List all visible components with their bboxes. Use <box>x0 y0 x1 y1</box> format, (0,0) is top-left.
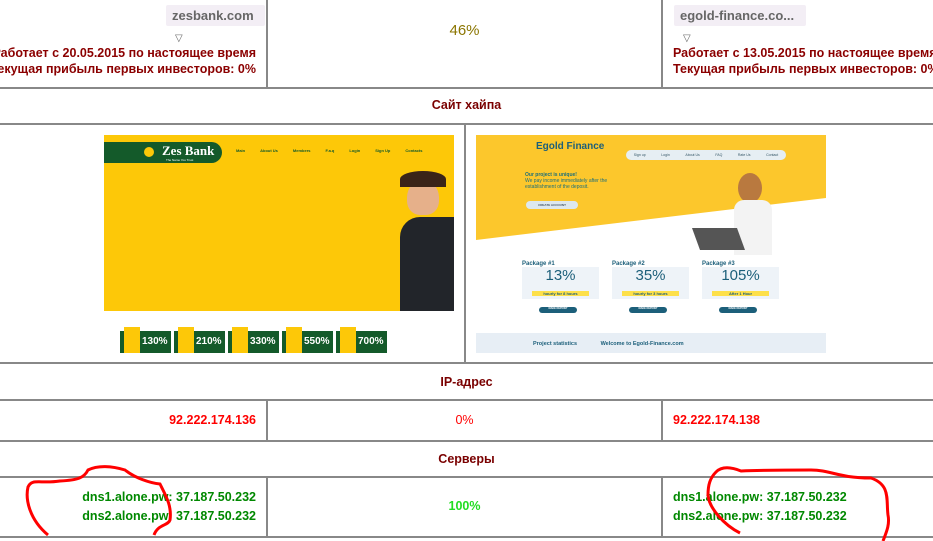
right-annotation-circle <box>706 466 890 541</box>
red-annotation-circles <box>25 465 890 541</box>
left-annotation-circle <box>25 465 172 537</box>
